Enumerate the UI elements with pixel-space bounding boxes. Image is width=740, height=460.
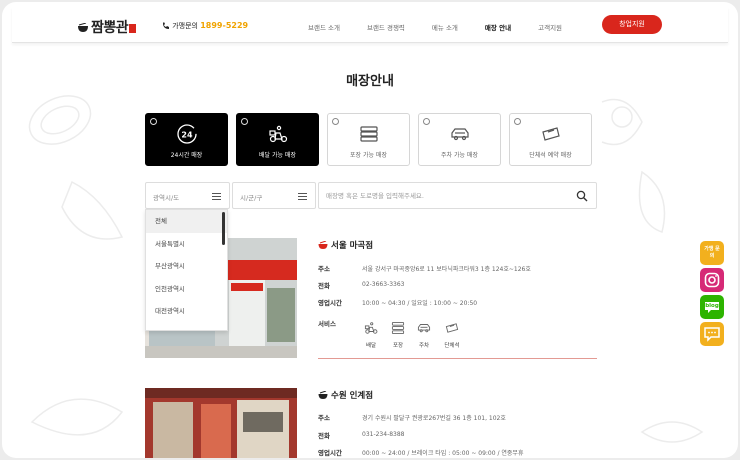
page: 짬뽕관 가맹문의 1899-5229 브랜드 소개 브랜드 경쟁력 메뉴 소개 … (2, 2, 738, 458)
bowl-icon (318, 241, 328, 249)
hours-label: 영업시간 (318, 449, 342, 457)
delivery-scooter-icon (364, 322, 378, 334)
store-address: 경기 수원시 팔달구 권광로267번길 36 1층 101, 102호 (362, 415, 506, 422)
region-option[interactable]: 대전광역시 (146, 300, 227, 323)
service-name: 단체석 (444, 343, 460, 349)
store-name-text: 서울 마곡점 (331, 241, 374, 251)
district-select-text: 시/군/구 (240, 194, 263, 202)
search-input[interactable] (326, 188, 566, 204)
phone-label: 전화 (318, 282, 330, 290)
service-parking: 주차 (413, 320, 435, 349)
filter-group-seating[interactable]: 단체석 예약 매장 (509, 113, 592, 166)
dropdown-scrollbar[interactable] (222, 212, 225, 245)
region-select-text: 광역시/도 (153, 194, 180, 202)
store-phone[interactable]: 031-234-8388 (362, 431, 405, 438)
menu-icon (212, 193, 221, 200)
region-option[interactable]: 서울특별시 (146, 233, 227, 256)
service-delivery: 배달 (360, 320, 382, 349)
nav-brand-competitiveness[interactable]: 브랜드 경쟁력 (367, 22, 405, 32)
site-header: 짬뽕관 가맹문의 1899-5229 브랜드 소개 브랜드 경쟁력 메뉴 소개 … (12, 7, 728, 43)
logo-tag (129, 23, 137, 33)
region-select[interactable]: 광역시/도 (145, 182, 230, 209)
nav-brand-intro[interactable]: 브랜드 소개 (308, 22, 340, 32)
takeout-box-icon (359, 126, 378, 142)
talk-bubble-icon (704, 327, 720, 342)
service-label: 서비스 (318, 320, 336, 328)
logo-text: 짬뽕관 (91, 20, 129, 36)
car-icon (417, 324, 431, 333)
filter-label: 단체석 예약 매장 (529, 152, 572, 159)
bowl-icon (78, 23, 88, 32)
region-dropdown: 전체 서울특별시 부산광역시 인천광역시 대전광역시 (145, 209, 228, 331)
region-option[interactable]: 인천광역시 (146, 278, 227, 301)
filter-delivery[interactable]: 배달 가능 매장 (236, 113, 319, 166)
service-takeout: 포장 (387, 320, 409, 349)
store-name[interactable]: 서울 마곡점 (318, 239, 373, 251)
store-name-text: 수원 인계점 (331, 391, 374, 401)
blog-button[interactable]: blog (700, 295, 724, 319)
filter-24h[interactable]: 24 24시간 매장 (145, 113, 228, 166)
bowl-icon (318, 391, 328, 399)
takeout-box-icon (391, 321, 405, 335)
phone-icon (163, 22, 169, 29)
filter-label: 24시간 매장 (170, 152, 203, 159)
store-address: 서울 강서구 마곡중앙6로 11 보타닉파크타워3 1층 124호~126호 (362, 266, 531, 273)
startup-support-button[interactable]: 창업지원 (602, 15, 662, 34)
nav-customer-support[interactable]: 고객지원 (538, 22, 562, 32)
nav-menu-intro[interactable]: 메뉴 소개 (432, 22, 458, 32)
region-option[interactable]: 전체 (146, 210, 227, 233)
franchise-inquiry-button[interactable]: 가맹 문의 (700, 241, 724, 265)
filter-label: 포장 가능 매장 (350, 152, 387, 159)
franchise-inquiry-label: 가맹 문의 (704, 246, 720, 259)
nav-store-guide[interactable]: 매장 안내 (485, 22, 511, 32)
instagram-icon (704, 272, 720, 288)
address-label: 주소 (318, 265, 330, 273)
filter-label: 배달 가능 매장 (259, 152, 296, 159)
phone-contact[interactable]: 가맹문의 1899-5229 (162, 21, 248, 31)
store-photo (145, 388, 297, 458)
region-option[interactable]: 부산광역시 (146, 255, 227, 278)
phone-label: 가맹문의 (172, 22, 198, 30)
clock-24-icon: 24 (176, 124, 197, 144)
store-name[interactable]: 수원 인계점 (318, 389, 373, 401)
svg-text:24: 24 (181, 131, 193, 140)
hours-label: 영업시간 (318, 299, 342, 307)
keyword-search (318, 182, 597, 209)
page-title: 매장안내 (346, 74, 394, 89)
ticket-icon (445, 323, 459, 333)
blog-label: blog (705, 303, 719, 309)
brand-logo[interactable]: 짬뽕관 (77, 17, 137, 37)
car-icon (450, 128, 469, 141)
district-select[interactable]: 시/군/구 (232, 182, 316, 209)
store-divider (318, 358, 597, 359)
service-name: 포장 (392, 343, 404, 349)
talk-button[interactable] (700, 322, 724, 346)
search-icon[interactable] (576, 190, 588, 202)
service-name: 주차 (418, 343, 430, 349)
main-nav: 브랜드 소개 브랜드 경쟁력 메뉴 소개 매장 안내 고객지원 (308, 22, 589, 32)
service-name: 배달 (365, 343, 377, 349)
instagram-button[interactable] (700, 268, 724, 292)
filter-takeout[interactable]: 포장 가능 매장 (327, 113, 410, 166)
store-hours: 00:00 ~ 24:00 / 브레이크 타임 : 05:00 ~ 09:00 … (362, 450, 524, 457)
menu-icon (298, 193, 307, 200)
store-phone[interactable]: 02-3663-3363 (362, 281, 405, 288)
delivery-scooter-icon (268, 125, 287, 143)
service-group-seating: 단체석 (441, 320, 463, 349)
store-hours: 10:00 ~ 04:30 / 일요일 : 10:00 ~ 20:50 (362, 300, 478, 307)
service-filter-group: 24 24시간 매장 배달 가능 매장 포장 가능 매장 주차 가능 매장 단체… (145, 113, 600, 166)
ticket-icon (541, 127, 560, 141)
filter-label: 주차 가능 매장 (441, 152, 478, 159)
filter-parking[interactable]: 주차 가능 매장 (418, 113, 501, 166)
phone-label: 전화 (318, 432, 330, 440)
address-label: 주소 (318, 414, 330, 422)
phone-number: 1899-5229 (200, 21, 249, 30)
